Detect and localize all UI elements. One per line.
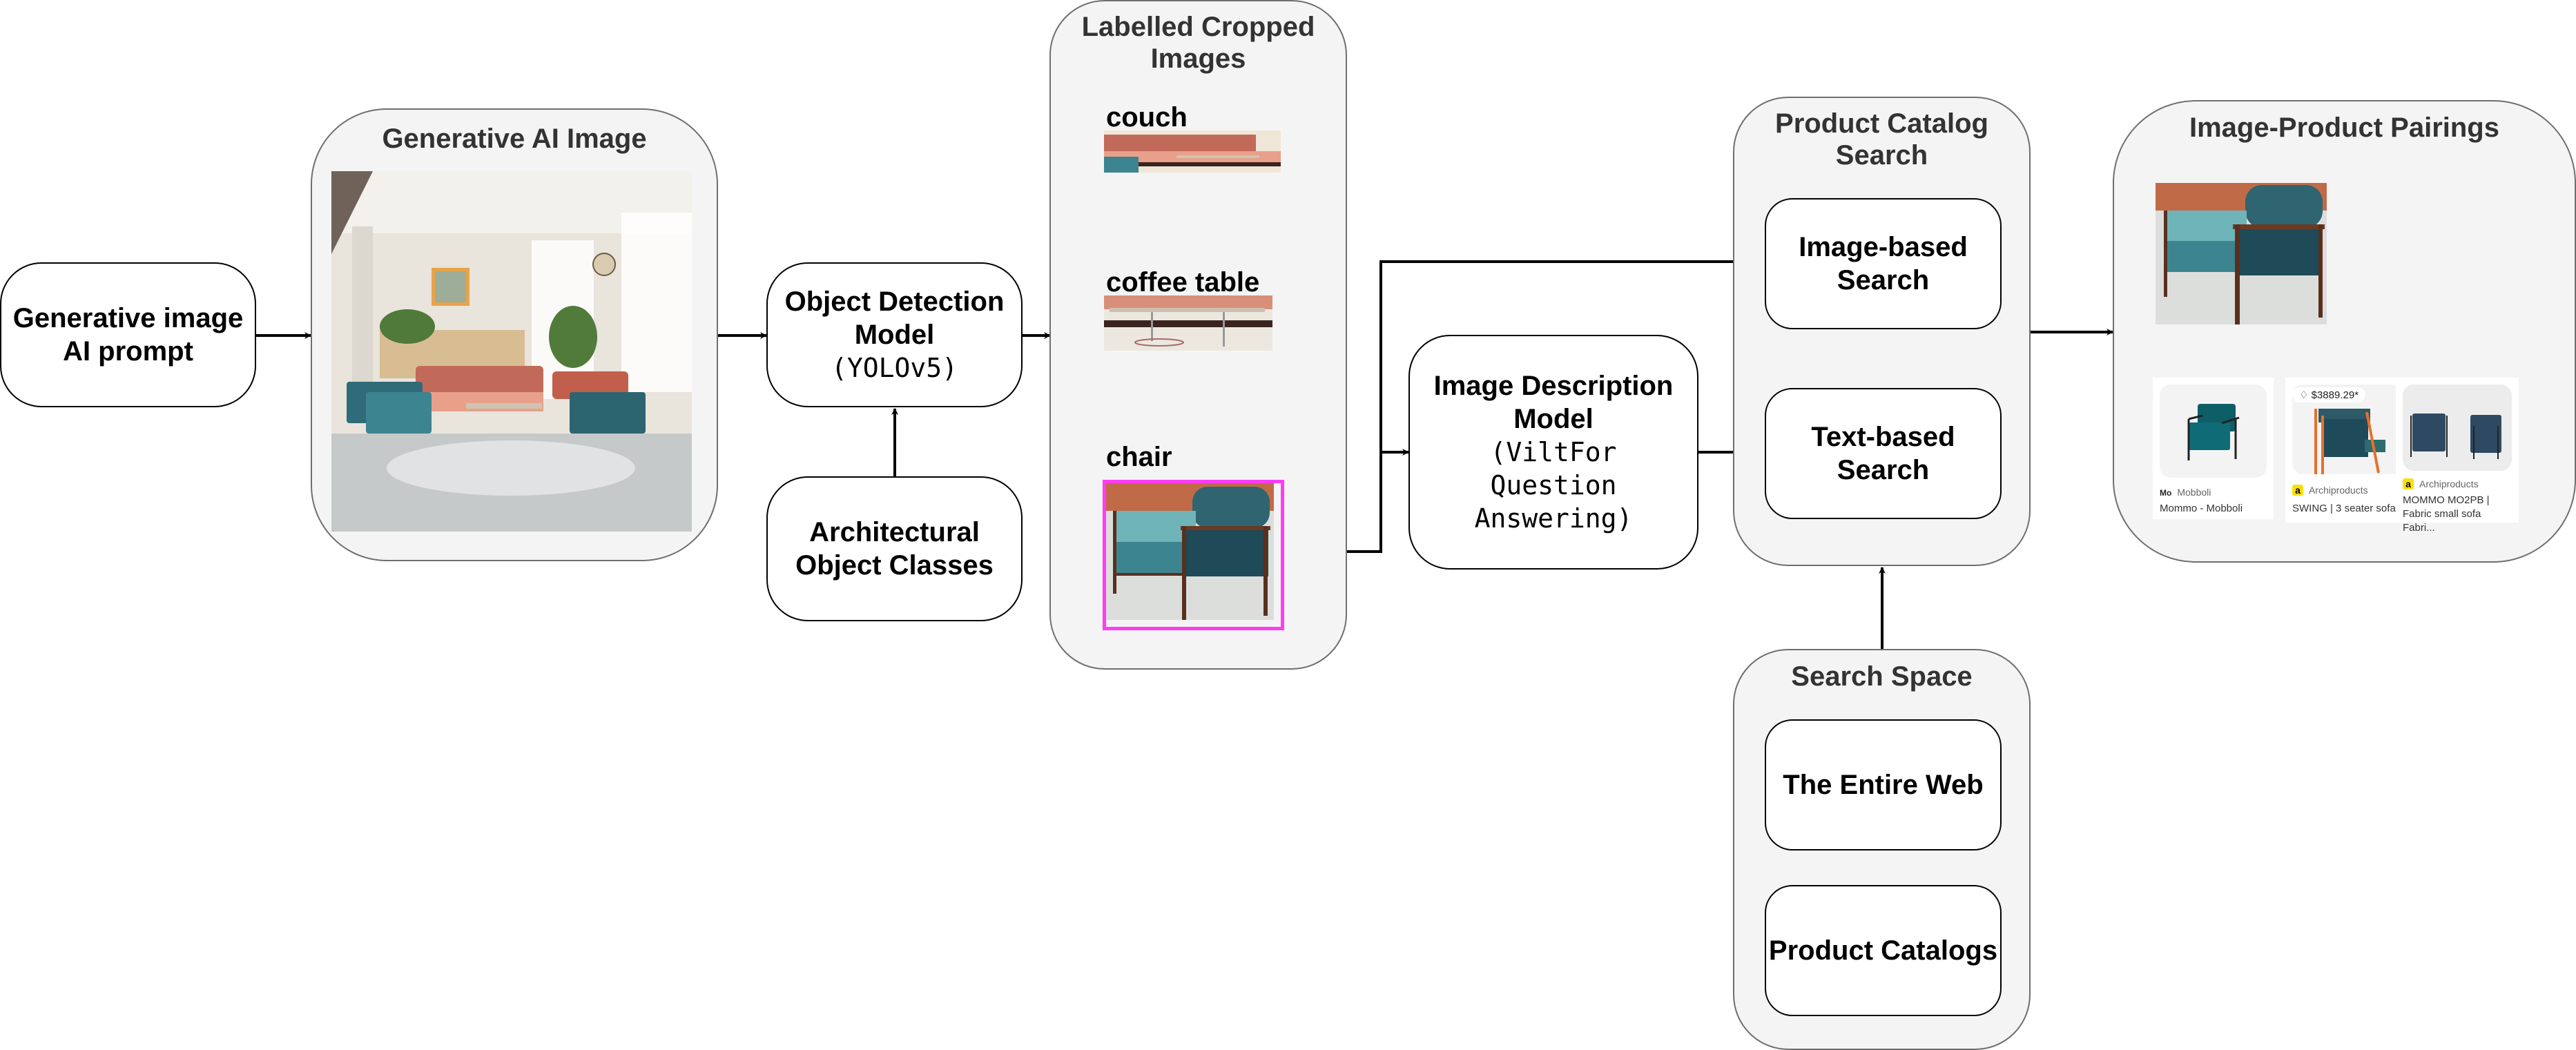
catalog-search-title-2: Search xyxy=(1835,140,1928,171)
price-value: $3889.29* xyxy=(2311,389,2359,401)
crop-image-chair[interactable] xyxy=(1103,480,1284,630)
text-search-label-1: Text-based xyxy=(1811,422,1955,452)
product-catalogs-node[interactable]: Product Catalogs xyxy=(1765,885,2002,1016)
product-card[interactable]: Mo Mobboli Mommo - Mobboli xyxy=(2153,378,2274,519)
text-search-node[interactable]: Text-based Search xyxy=(1765,388,2002,519)
object-detection-model: (YOLOv5) xyxy=(831,353,958,383)
image-search-node[interactable]: Image-based Search xyxy=(1765,198,2002,329)
catalog-search-title: Product Catalog Search xyxy=(1734,108,2029,171)
product-title-line-1: MOMMO MO2PB | xyxy=(2403,494,2490,506)
product-title-line-2: Fabric small sofa Fabri... xyxy=(2403,508,2481,534)
image-description-node[interactable]: Image Description Model (ViltFor Questio… xyxy=(1408,335,1698,570)
architectural-classes-label-2: Object Classes xyxy=(795,550,994,581)
image-description-label-2: Model xyxy=(1513,404,1594,434)
product-source: a Archiproducts xyxy=(2403,478,2479,489)
product-thumbnail xyxy=(2160,385,2267,478)
image-search-label-1: Image-based xyxy=(1799,232,1968,262)
pairing-query-chair-image xyxy=(2156,183,2327,324)
image-description-model-1: (ViltFor xyxy=(1490,437,1617,467)
catalog-search-group: Product Catalog Search Image-based Searc… xyxy=(1733,97,2031,566)
crop-image-couch[interactable] xyxy=(1104,130,1281,173)
cropped-images-title: Labelled Cropped Images xyxy=(1051,11,1346,75)
entire-web-label: The Entire Web xyxy=(1783,770,1984,800)
entire-web-node[interactable]: The Entire Web xyxy=(1765,719,2002,850)
cropped-images-title-1: Labelled Cropped xyxy=(1081,12,1315,42)
pairings-title: Image-Product Pairings xyxy=(2189,113,2499,143)
image-description-model-2: Question xyxy=(1490,470,1617,500)
product-title[interactable]: SWING | 3 seater sofa xyxy=(2292,502,2412,516)
object-detection-label-2: Model xyxy=(854,320,935,350)
mobboli-logo-icon: Mo xyxy=(2160,488,2172,498)
prompt-node[interactable]: Generative image AI prompt xyxy=(0,262,256,407)
prompt-label-1: Generative image xyxy=(12,303,244,333)
cropped-images-group: Labelled Cropped Images couch coffee tab… xyxy=(1049,0,1347,670)
crop-image-coffee-table[interactable] xyxy=(1104,295,1272,351)
prompt-label-2: AI prompt xyxy=(63,336,193,367)
product-card[interactable]: a Archiproducts MOMMO MO2PB | Fabric smal… xyxy=(2396,378,2519,534)
pairings-group: Image-Product Pairings Mo Mobboli Mommo … xyxy=(2113,100,2576,563)
catalog-search-title-1: Product Catalog xyxy=(1775,108,1988,139)
image-description-model-3: Answering) xyxy=(1474,503,1633,534)
image-description-label-1: Image Description xyxy=(1433,371,1674,401)
product-source: Mo Mobboli xyxy=(2160,487,2211,498)
architectural-classes-label-1: Architectural xyxy=(809,517,980,547)
crop-label-chair: chair xyxy=(1106,442,1172,472)
image-search-label-2: Search xyxy=(1837,265,1930,295)
generative-image-group: Generative AI Image xyxy=(311,108,718,561)
product-title[interactable]: Mommo - Mobboli xyxy=(2160,502,2269,516)
generated-lobby-image xyxy=(331,171,692,532)
product-thumbnail xyxy=(2403,385,2512,471)
product-source-name: Archiproducts xyxy=(2419,478,2479,489)
product-source-name: Archiproducts xyxy=(2309,485,2368,496)
archiproducts-logo-icon: a xyxy=(2403,478,2414,489)
price-tag: ♢ $3889.29* xyxy=(2292,387,2366,402)
product-catalogs-label: Product Catalogs xyxy=(1768,935,1998,966)
archiproducts-logo-icon: a xyxy=(2292,485,2303,496)
search-space-group: Search Space The Entire Web Product Cata… xyxy=(1733,649,2031,1050)
product-source-name: Mobboli xyxy=(2177,487,2211,498)
price-tag-icon: ♢ xyxy=(2299,389,2312,401)
search-space-title: Search Space xyxy=(1791,661,1973,692)
product-title[interactable]: MOMMO MO2PB | Fabric small sofa Fabri... xyxy=(2403,494,2515,535)
object-detection-label-1: Object Detection xyxy=(784,286,1005,317)
crop-label-couch: couch xyxy=(1106,102,1188,133)
text-search-label-2: Search xyxy=(1837,455,1930,485)
generative-image-title: Generative AI Image xyxy=(382,124,647,154)
crop-label-coffee-table: coffee table xyxy=(1106,267,1260,298)
cropped-images-title-2: Images xyxy=(1150,43,1246,74)
product-source: a Archiproducts xyxy=(2292,485,2368,496)
object-detection-node[interactable]: Object Detection Model (YOLOv5) xyxy=(766,262,1023,407)
architectural-classes-node[interactable]: Architectural Object Classes xyxy=(766,476,1023,621)
